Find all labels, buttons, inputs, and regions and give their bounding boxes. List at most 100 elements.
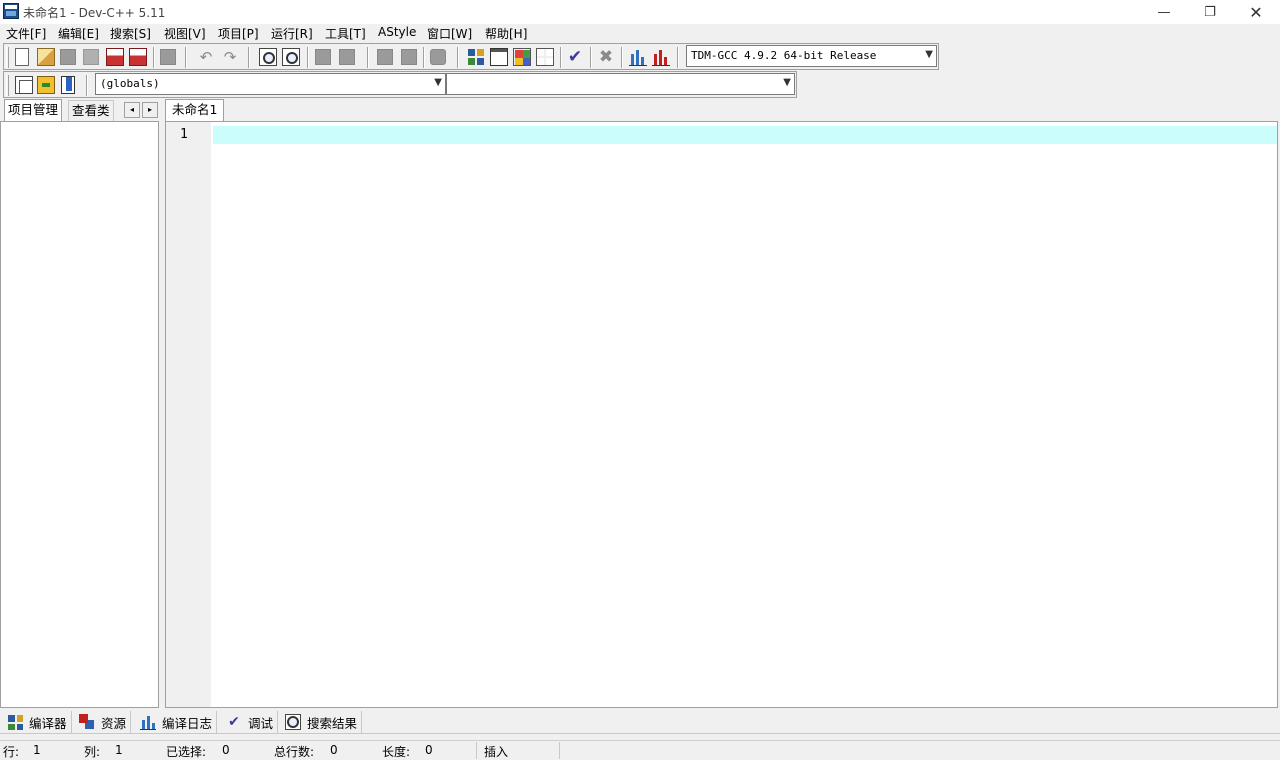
compile-log-icon (140, 714, 156, 730)
indent-icon[interactable] (315, 49, 331, 65)
line-number: 1 (180, 127, 188, 142)
tab-resources-label: 资源 (101, 715, 127, 731)
find-icon[interactable] (259, 48, 277, 66)
status-insert-mode: 插入 (484, 745, 509, 759)
scope-select-value: (globals) (100, 77, 160, 90)
editor-tab-untitled1[interactable]: 未命名1 (165, 99, 225, 122)
status-selected-value: 0 (222, 743, 230, 757)
close-icon[interactable] (106, 48, 124, 66)
tab-resources[interactable]: 资源 (77, 711, 132, 733)
tab-compiler-label: 编译器 (29, 715, 67, 731)
menu-tools[interactable]: 工具[T] (325, 25, 366, 42)
minimize-button[interactable]: — (1141, 0, 1187, 24)
search-results-icon (285, 714, 301, 730)
toolbar-grip[interactable] (6, 47, 9, 68)
bookmark-next-icon[interactable] (401, 49, 417, 65)
member-select[interactable]: ▼ (446, 73, 795, 95)
unindent-icon[interactable] (339, 49, 355, 65)
main-toolbar: ↶ ↷ ✔ ✖ TDM-GCC 4.9.2 64-bit Release ▼ (3, 43, 939, 70)
toolbar-separator (248, 47, 250, 68)
tab-search-results-label: 搜索结果 (307, 715, 358, 731)
project-tree-panel[interactable] (0, 121, 159, 708)
status-selected-label: 已选择: (166, 745, 207, 759)
window-title: 未命名1 - Dev-C++ 5.11 (23, 6, 166, 20)
stop-icon[interactable]: ✖ (597, 48, 615, 66)
toolbar-grip[interactable] (6, 75, 9, 96)
tab-project-manager[interactable]: 项目管理 (4, 99, 63, 122)
tab-compiler[interactable]: 编译器 (5, 711, 72, 733)
menu-edit[interactable]: 编辑[E] (58, 25, 99, 42)
app-icon (3, 3, 19, 19)
compile-icon[interactable] (467, 48, 485, 66)
status-col-label: 列: (84, 745, 101, 759)
scope-select[interactable]: (globals) ▼ (95, 73, 446, 95)
tab-compile-log[interactable]: 编译日志 (138, 711, 218, 733)
status-total-lines-value: 0 (330, 743, 338, 757)
new-class-icon[interactable] (15, 76, 33, 94)
save-all-icon[interactable] (83, 49, 99, 65)
redo-icon[interactable]: ↷ (221, 48, 239, 66)
menu-astyle[interactable]: AStyle (378, 25, 416, 39)
class-toolbar: (globals) ▼ ▼ (3, 71, 797, 98)
menu-bar: 文件[F] 编辑[E] 搜索[S] 视图[V] 项目[P] 运行[R] 工具[T… (0, 24, 1280, 42)
debug-icon: ✔ (228, 714, 240, 730)
menu-window[interactable]: 窗口[W] (427, 25, 472, 42)
status-row-label: 行: (3, 745, 20, 759)
toolbar-separator (153, 47, 155, 68)
menu-project[interactable]: 项目[P] (218, 25, 259, 42)
resources-icon (79, 714, 95, 730)
toggle-bookmark-icon[interactable] (61, 76, 75, 94)
print-icon[interactable] (160, 49, 176, 65)
tab-debug-label: 调试 (248, 715, 274, 731)
tab-debug[interactable]: ✔ 调试 (224, 711, 279, 733)
toolbar-separator (590, 47, 592, 68)
bookmark-prev-icon[interactable] (377, 49, 393, 65)
status-separator (559, 742, 560, 759)
status-length-value: 0 (425, 743, 433, 757)
undo-icon[interactable]: ↶ (197, 48, 215, 66)
tab-scroll-right-icon[interactable]: ▸ (142, 102, 158, 118)
tab-scroll-left-icon[interactable]: ◂ (124, 102, 140, 118)
menu-run[interactable]: 运行[R] (271, 25, 313, 42)
close-all-icon[interactable] (129, 48, 147, 66)
rebuild-icon[interactable] (536, 48, 554, 66)
toolbar-separator (86, 75, 88, 96)
status-row-value: 1 (33, 743, 41, 757)
toolbar-separator (185, 47, 187, 68)
open-icon[interactable] (37, 48, 55, 66)
check-syntax-icon[interactable]: ✔ (566, 48, 584, 66)
status-total-lines-label: 总行数: (274, 745, 315, 759)
status-length-label: 长度: (382, 745, 411, 759)
chevron-down-icon: ▼ (925, 49, 933, 60)
toolbar-separator (457, 47, 459, 68)
profile-icon[interactable] (629, 48, 647, 66)
new-file-icon[interactable] (15, 48, 29, 66)
replace-icon[interactable] (282, 48, 300, 66)
menu-help[interactable]: 帮助[H] (485, 25, 527, 42)
close-window-button[interactable]: ✕ (1233, 0, 1279, 24)
compiler-select[interactable]: TDM-GCC 4.9.2 64-bit Release ▼ (686, 45, 937, 67)
compile-run-icon[interactable] (513, 48, 531, 66)
menu-view[interactable]: 视图[V] (164, 25, 206, 42)
menu-search[interactable]: 搜索[S] (110, 25, 151, 42)
code-editor[interactable]: 1 (165, 121, 1278, 708)
status-col-value: 1 (115, 743, 123, 757)
active-line-highlight[interactable] (213, 126, 1277, 144)
restore-button[interactable]: ❐ (1187, 0, 1233, 24)
tab-class-browser[interactable]: 查看类 (68, 100, 114, 121)
tab-search-results[interactable]: 搜索结果 (283, 711, 363, 733)
save-icon[interactable] (60, 49, 76, 65)
status-bar: 行: 1 列: 1 已选择: 0 总行数: 0 长度: 0 插入 (0, 740, 1280, 760)
run-icon[interactable] (490, 48, 508, 66)
toggle-comment-icon[interactable] (430, 49, 446, 65)
status-separator (476, 742, 477, 759)
tab-compile-log-label: 编译日志 (162, 715, 213, 731)
menu-file[interactable]: 文件[F] (6, 25, 46, 42)
compiler-select-value: TDM-GCC 4.9.2 64-bit Release (691, 49, 877, 62)
compiler-icon (7, 714, 23, 730)
chevron-down-icon: ▼ (783, 77, 791, 88)
toolbar-separator (423, 47, 425, 68)
insert-icon[interactable] (37, 76, 55, 94)
toolbar-separator (677, 47, 679, 68)
delete-profile-icon[interactable] (652, 48, 670, 66)
